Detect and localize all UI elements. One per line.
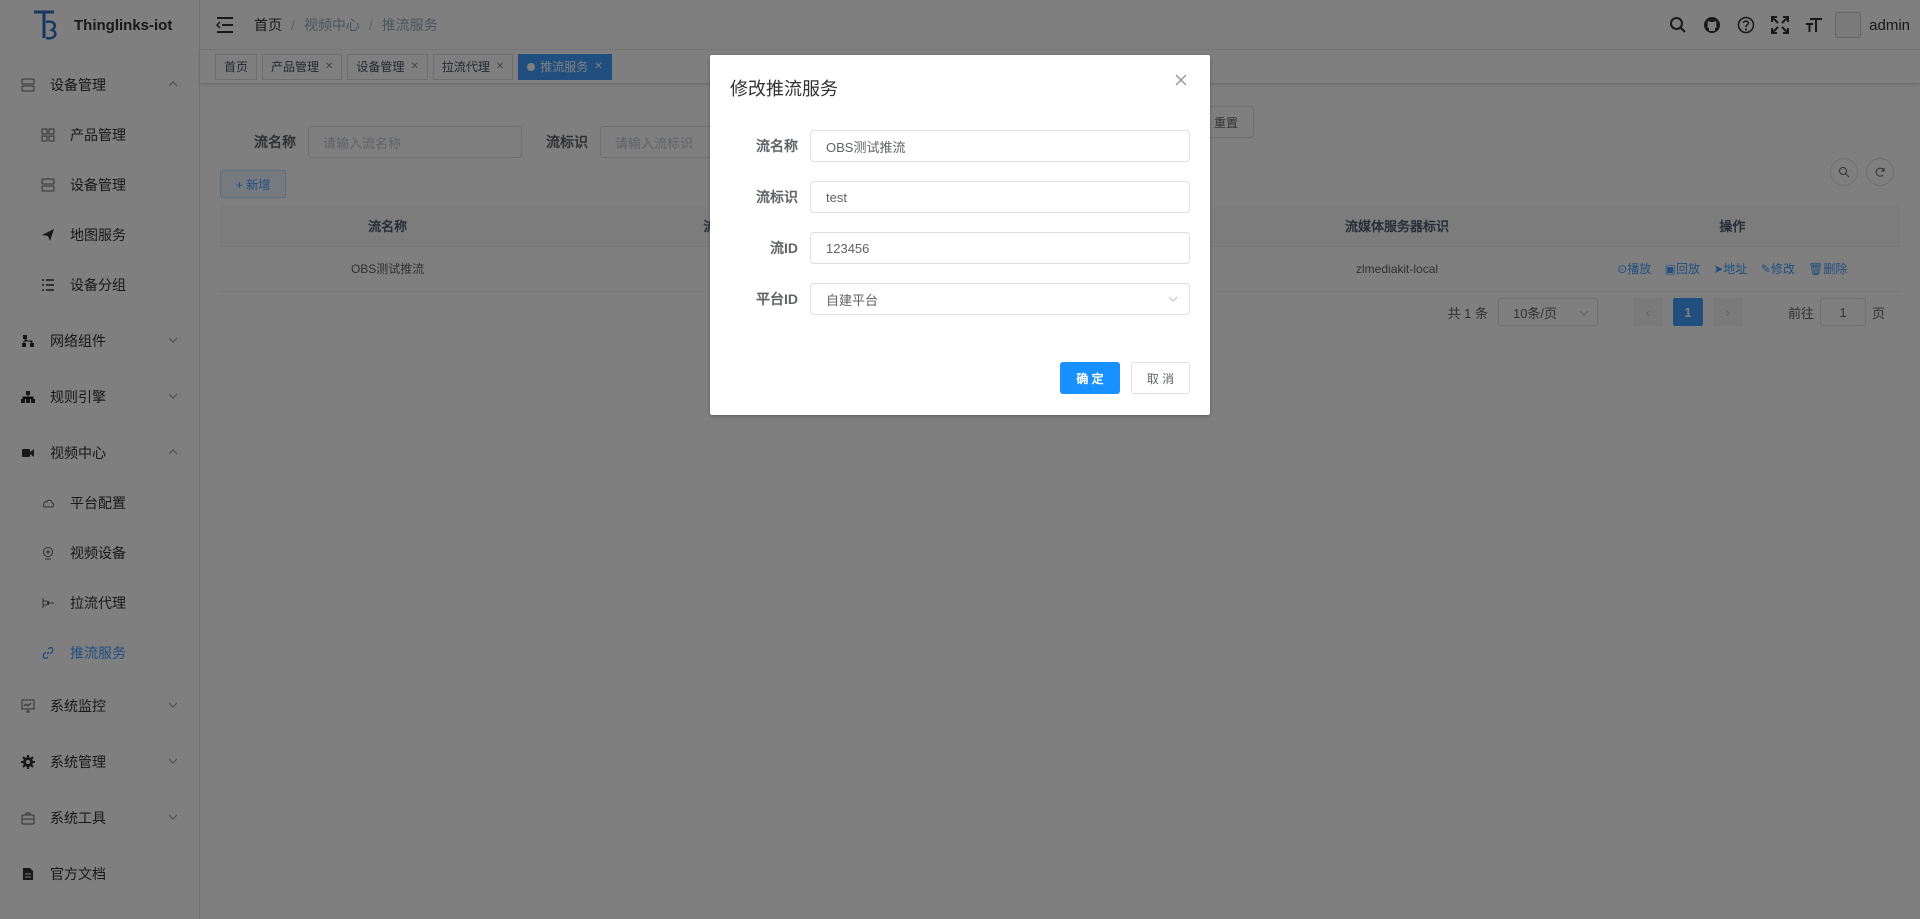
edit-push-service-dialog: 修改推流服务 流名称 OBS测试推流 流标识 test 流ID 123456 平…: [710, 55, 1210, 415]
form-row-stream-id: 流标识 test: [730, 181, 1190, 213]
flow-id-input[interactable]: 123456: [810, 232, 1190, 264]
flow-id-label: 流ID: [770, 240, 798, 256]
chevron-down-icon: [1168, 296, 1178, 302]
dialog-title: 修改推流服务: [730, 79, 838, 99]
cancel-button[interactable]: 取 消: [1131, 362, 1190, 394]
form-row-flow-id: 流ID 123456: [730, 232, 1190, 264]
platform-id-value: 自建平台: [826, 292, 879, 308]
stream-name-input[interactable]: OBS测试推流: [810, 130, 1190, 162]
stream-name-label: 流名称: [756, 138, 798, 154]
stream-id-label: 流标识: [756, 189, 798, 205]
stream-id-input[interactable]: test: [810, 181, 1190, 213]
form-row-stream-name: 流名称 OBS测试推流: [730, 130, 1190, 162]
form-row-platform-id: 平台ID 自建平台: [730, 283, 1190, 315]
platform-id-select[interactable]: 自建平台: [810, 283, 1190, 315]
close-icon[interactable]: [1174, 73, 1190, 89]
confirm-button[interactable]: 确 定: [1060, 362, 1120, 394]
platform-id-label: 平台ID: [756, 291, 798, 307]
